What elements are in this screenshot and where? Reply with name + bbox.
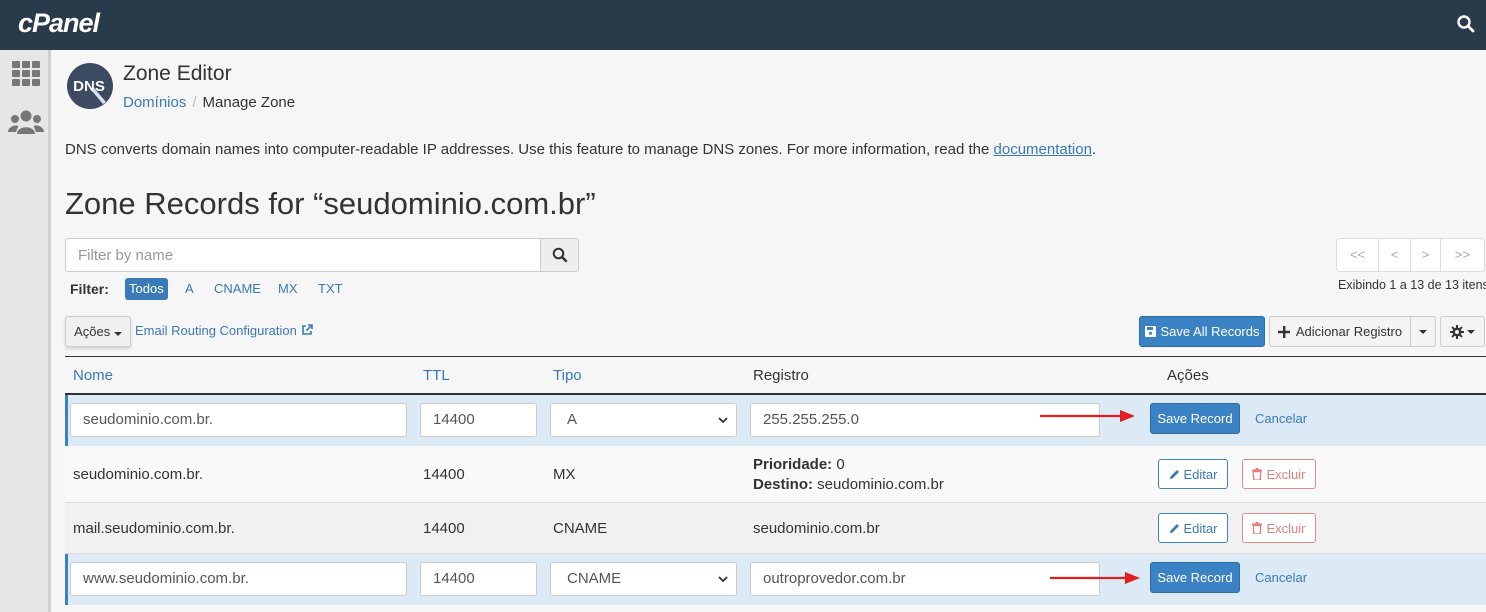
save-record-button[interactable]: Save Record	[1150, 562, 1240, 593]
page-description: DNS converts domain names into computer-…	[65, 141, 1096, 158]
cancel-link[interactable]: Cancelar	[1255, 411, 1307, 426]
trash-icon	[1252, 468, 1263, 480]
column-header-nome[interactable]: Nome	[73, 367, 113, 384]
annotation-arrow	[1040, 410, 1135, 422]
priority-label: Prioridade:	[753, 456, 833, 473]
type-select[interactable]: CNAME	[550, 562, 737, 596]
filter-tag-mx[interactable]: MX	[274, 278, 302, 300]
acoes-label: Ações	[74, 324, 111, 339]
sidebar	[0, 50, 51, 612]
description-text: DNS converts domain names into computer-…	[65, 141, 994, 158]
breadcrumb-current: Manage Zone	[202, 94, 296, 111]
type-select-value: CNAME	[567, 570, 622, 587]
pager-next-button[interactable]: >	[1410, 239, 1440, 271]
delete-button[interactable]: Excluir	[1242, 513, 1316, 543]
annotation-arrow	[1050, 572, 1140, 584]
search-icon	[552, 247, 567, 263]
plus-icon	[1277, 325, 1290, 338]
page-title: Zone Editor	[123, 62, 232, 85]
search-button[interactable]	[540, 238, 579, 272]
filter-tag-todos[interactable]: Todos	[125, 278, 168, 300]
floppy-icon	[1144, 326, 1156, 337]
delete-button[interactable]: Excluir	[1242, 459, 1316, 489]
chevron-down-icon	[718, 576, 728, 583]
breadcrumb-dominios-link[interactable]: Domínios	[123, 94, 186, 111]
ttl-field[interactable]: 14400	[420, 403, 537, 437]
name-field[interactable]: seudominio.com.br.	[70, 403, 407, 437]
type-select-value: A	[567, 411, 578, 428]
chevron-down-icon	[113, 332, 122, 336]
chevron-down-icon	[1419, 329, 1427, 334]
edit-button[interactable]: Editar	[1158, 459, 1228, 489]
pager-first-button[interactable]: <<	[1337, 239, 1378, 271]
breadcrumb-separator: /	[192, 94, 197, 111]
priority-value: 0	[836, 456, 845, 473]
edit-label: Editar	[1183, 520, 1218, 536]
column-header-tipo[interactable]: Tipo	[553, 367, 582, 384]
add-record-button[interactable]: Adicionar Registro	[1269, 316, 1411, 347]
pencil-icon	[1169, 523, 1179, 533]
destination-value: seudominio.com.br	[817, 476, 944, 493]
name-field[interactable]: www.seudominio.com.br.	[70, 562, 407, 596]
ttl-field[interactable]: 14400	[420, 562, 537, 596]
record-type: CNAME	[553, 520, 608, 537]
destination-label: Destino:	[753, 476, 813, 493]
top-bar: cPanel	[0, 0, 1486, 50]
edit-button[interactable]: Editar	[1158, 513, 1228, 543]
cpanel-logo[interactable]: cPanel	[18, 8, 100, 39]
delete-label: Excluir	[1266, 520, 1306, 536]
email-routing-label: Email Routing Configuration	[135, 323, 297, 338]
record-ttl: 14400	[423, 466, 465, 483]
filter-label: Filter:	[70, 281, 109, 297]
add-record-label: Adicionar Registro	[1295, 324, 1403, 339]
external-link-icon	[301, 324, 313, 335]
record-value: seudominio.com.br	[753, 520, 880, 537]
pencil-icon	[1169, 469, 1179, 479]
column-header-registro: Registro	[753, 367, 809, 384]
cancel-link[interactable]: Cancelar	[1255, 570, 1307, 585]
breadcrumb: Domínios / Manage Zone	[123, 94, 295, 111]
gear-icon	[1450, 324, 1464, 339]
add-record-dropdown-toggle[interactable]	[1410, 316, 1436, 347]
pagination-info: Exibindo 1 a 13 de 13 itens	[1338, 278, 1486, 292]
filter-tag-cname[interactable]: CNAME	[210, 278, 265, 300]
edit-label: Editar	[1183, 466, 1218, 482]
record-field[interactable]: outroprovedor.com.br	[750, 562, 1100, 596]
save-all-label: Save All Records	[1160, 324, 1260, 339]
filter-tag-a[interactable]: A	[181, 278, 198, 300]
record-name: seudominio.com.br.	[73, 466, 204, 483]
pager-prev-button[interactable]: <	[1378, 239, 1410, 271]
type-select[interactable]: A	[550, 403, 737, 437]
record-type: MX	[553, 466, 576, 483]
chevron-down-icon	[718, 417, 728, 424]
table-top-border	[65, 356, 1486, 357]
pagination: << < > >>	[1336, 238, 1485, 272]
trash-icon	[1252, 522, 1263, 534]
dns-icon: DNS	[67, 63, 113, 109]
grid-icon[interactable]	[10, 60, 42, 88]
save-record-button[interactable]: Save Record	[1150, 403, 1240, 434]
description-suffix: .	[1091, 141, 1097, 158]
zone-records-title: Zone Records for “seudominio.com.br”	[65, 186, 596, 221]
pager-last-button[interactable]: >>	[1440, 239, 1484, 271]
email-routing-link[interactable]: Email Routing Configuration	[135, 323, 313, 338]
chevron-down-icon	[1467, 329, 1475, 334]
search-icon[interactable]	[1456, 14, 1476, 34]
filter-by-name-input[interactable]	[65, 238, 541, 272]
record-name: mail.seudominio.com.br.	[73, 520, 235, 537]
save-all-records-button[interactable]: Save All Records	[1139, 316, 1265, 347]
column-header-ttl[interactable]: TTL	[423, 367, 450, 384]
svg-text:DNS: DNS	[73, 78, 105, 95]
filter-tag-txt[interactable]: TXT	[314, 278, 347, 300]
mx-destination: Destino: seudominio.com.br	[753, 476, 944, 493]
mx-priority: Prioridade: 0	[753, 456, 845, 473]
acoes-dropdown-button[interactable]: Ações	[65, 316, 131, 347]
delete-label: Excluir	[1266, 466, 1306, 482]
record-ttl: 14400	[423, 520, 465, 537]
users-icon[interactable]	[8, 108, 44, 136]
documentation-link[interactable]: documentation	[994, 141, 1092, 158]
settings-dropdown-button[interactable]	[1440, 316, 1485, 347]
column-header-acoes: Ações	[1167, 367, 1209, 384]
